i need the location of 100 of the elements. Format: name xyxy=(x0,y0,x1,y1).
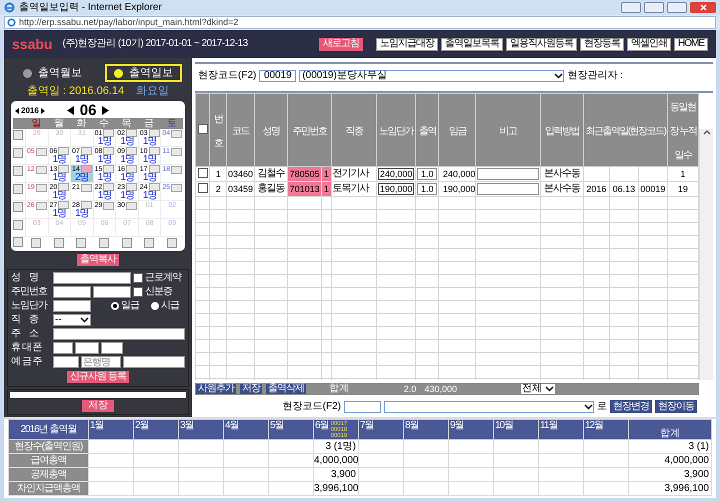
mode-toggle[interactable]: 출역월보 xyxy=(14,64,91,82)
checkbox[interactable] xyxy=(198,168,208,178)
scroll-up-icon[interactable] xyxy=(702,129,710,135)
checkbox[interactable] xyxy=(144,238,154,248)
day-input[interactable] xyxy=(103,165,114,173)
footer-button[interactable]: 출역삭제 xyxy=(266,384,306,394)
address-bar[interactable]: http://erp.ssabu.net/pay/labor/input_main.html?dkind=2 xyxy=(4,16,716,29)
day-input[interactable] xyxy=(80,201,92,209)
next-year-icon[interactable] xyxy=(40,108,45,114)
input-field[interactable] xyxy=(93,286,131,298)
resize-button[interactable] xyxy=(621,2,641,13)
next-month-icon[interactable] xyxy=(102,106,110,115)
copy-button[interactable]: 출역복사 xyxy=(77,254,119,266)
input-field[interactable] xyxy=(101,342,123,354)
input-field[interactable]: 은행명 xyxy=(81,356,121,368)
header-button[interactable]: 출역일보목록 xyxy=(441,38,503,50)
radio-button[interactable] xyxy=(151,302,159,310)
scrollbar[interactable] xyxy=(699,129,713,380)
maximize-button[interactable] xyxy=(667,2,687,13)
checkbox[interactable] xyxy=(13,148,23,158)
checkbox[interactable] xyxy=(13,184,23,194)
day-input[interactable] xyxy=(103,129,114,137)
wage-field[interactable]: 240,000 xyxy=(378,168,414,180)
checkbox[interactable] xyxy=(99,238,110,248)
day-input[interactable] xyxy=(170,148,182,156)
checkbox[interactable] xyxy=(76,238,86,248)
day-input[interactable] xyxy=(148,183,160,191)
input-field[interactable] xyxy=(53,286,91,298)
day-input[interactable] xyxy=(58,183,70,191)
checkbox[interactable] xyxy=(166,238,177,248)
checkbox[interactable] xyxy=(13,130,23,140)
header-button[interactable]: 엑셀인쇄 xyxy=(627,38,671,50)
days-field[interactable]: 1.0 xyxy=(417,183,438,195)
header-button[interactable]: 노임지급대장 xyxy=(376,38,438,50)
input-field[interactable] xyxy=(53,356,79,368)
day-input[interactable] xyxy=(126,165,137,173)
note-field[interactable] xyxy=(477,183,539,195)
days-field[interactable]: 1.0 xyxy=(417,168,438,180)
checkbox[interactable] xyxy=(133,273,143,283)
site-button[interactable]: 현장이동 xyxy=(655,400,697,413)
wage-field[interactable]: 190,000 xyxy=(378,183,414,195)
day-input[interactable] xyxy=(80,165,92,173)
day-input[interactable] xyxy=(36,184,47,192)
day-input[interactable] xyxy=(171,130,182,138)
day-input[interactable] xyxy=(126,147,137,155)
day-input[interactable] xyxy=(148,147,160,155)
day-input[interactable] xyxy=(58,165,70,173)
job-select[interactable]: -- xyxy=(53,314,91,326)
day-input[interactable] xyxy=(36,166,47,174)
input-field[interactable] xyxy=(53,272,131,284)
header-button[interactable]: 새로고침 xyxy=(319,38,363,50)
input-field[interactable] xyxy=(75,342,99,354)
note-field[interactable] xyxy=(477,168,539,180)
site-select[interactable] xyxy=(384,400,594,412)
site-code-field[interactable]: 00019 xyxy=(259,70,296,82)
header-button[interactable]: 현장등록 xyxy=(580,38,624,50)
day-input[interactable] xyxy=(148,165,160,173)
day-input[interactable] xyxy=(58,201,70,209)
day-input[interactable] xyxy=(36,202,47,210)
checkbox[interactable] xyxy=(122,238,132,248)
day-input[interactable] xyxy=(171,184,182,192)
input-field[interactable] xyxy=(53,300,91,312)
input-field[interactable] xyxy=(53,328,185,340)
memo-field[interactable] xyxy=(10,392,186,398)
input-field[interactable] xyxy=(123,356,185,368)
filter-select[interactable]: 전체 xyxy=(521,384,555,394)
day-input[interactable] xyxy=(103,147,114,155)
site-select[interactable]: (00019)분당사무실 xyxy=(299,70,564,82)
checkbox[interactable] xyxy=(31,238,42,248)
day-input[interactable] xyxy=(36,148,47,156)
mode-toggle[interactable]: 출역일보 xyxy=(105,64,182,82)
site-button[interactable]: 현장변경 xyxy=(610,400,652,413)
checkbox[interactable] xyxy=(133,287,143,297)
header-button[interactable]: 일용직사원등록 xyxy=(506,38,577,50)
checkbox[interactable] xyxy=(13,220,23,230)
day-input[interactable] xyxy=(80,184,92,192)
day-input[interactable] xyxy=(126,129,137,137)
checkbox[interactable] xyxy=(198,124,208,134)
day-input[interactable] xyxy=(126,183,137,191)
radio-button[interactable] xyxy=(111,302,119,310)
day-input[interactable] xyxy=(58,147,70,155)
header-button[interactable]: HOME xyxy=(674,38,708,50)
checkbox[interactable] xyxy=(54,238,64,248)
checkbox[interactable] xyxy=(13,237,23,247)
save-button[interactable]: 저장 xyxy=(82,400,114,412)
input-field[interactable] xyxy=(53,342,73,354)
prev-year-icon[interactable] xyxy=(15,108,19,114)
footer-button[interactable]: 저장 xyxy=(240,384,262,394)
day-input[interactable] xyxy=(126,202,137,210)
close-button[interactable] xyxy=(690,2,716,13)
footer-button[interactable]: 사원추가 xyxy=(196,384,236,394)
day-input[interactable] xyxy=(80,147,92,155)
register-button[interactable]: 신규사원 등록 xyxy=(67,371,129,383)
day-input[interactable] xyxy=(103,183,114,191)
site-code-field[interactable] xyxy=(344,400,381,412)
day-input[interactable] xyxy=(103,202,114,210)
minimize-button[interactable] xyxy=(644,2,664,13)
day-input[interactable] xyxy=(148,129,160,137)
prev-month-icon[interactable] xyxy=(66,106,74,115)
day-input[interactable] xyxy=(171,166,182,174)
